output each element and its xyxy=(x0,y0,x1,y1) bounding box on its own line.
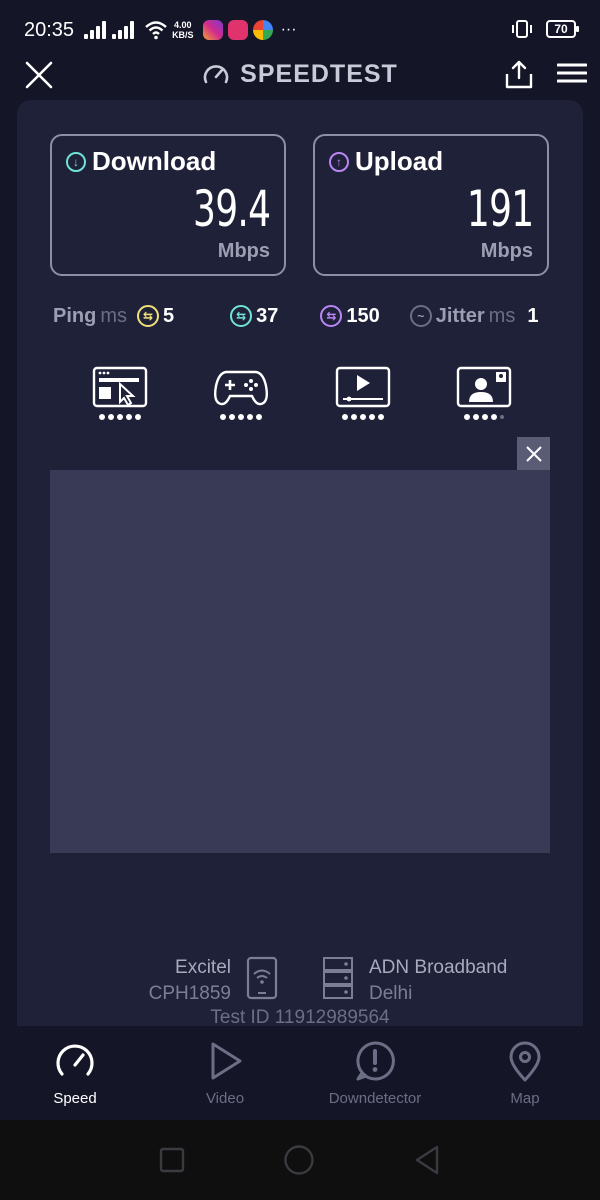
upload-unit: Mbps xyxy=(480,240,533,262)
open-app-notification-icon xyxy=(227,20,248,40)
gaming-dots xyxy=(220,414,263,420)
idle-ping-icon: ⇆ xyxy=(137,305,160,327)
video-streaming-dots xyxy=(341,414,384,420)
isp-info: Excitel CPH1859 xyxy=(149,955,231,1007)
share-icon[interactable] xyxy=(504,58,534,90)
web-browsing-icon xyxy=(92,366,148,408)
download-heading: ↓ Download xyxy=(66,146,270,177)
app-notification-icon xyxy=(252,20,273,40)
ping-unit: ms xyxy=(100,304,128,327)
upload-card: ↑ Upload 191 Mbps xyxy=(313,134,549,276)
host-city: Delhi xyxy=(369,983,413,1004)
upload-arrow-icon: ↑ xyxy=(329,151,349,172)
video-call-dots xyxy=(463,414,504,420)
back-button[interactable] xyxy=(413,1144,441,1176)
system-navigation-bar xyxy=(0,1120,600,1200)
instagram-notification-icon xyxy=(202,20,223,40)
nav-video-label: Video xyxy=(205,1090,245,1107)
app-title: SPEEDTEST xyxy=(202,60,398,89)
speedometer-icon xyxy=(56,1044,94,1076)
video-streaming-rating[interactable] xyxy=(335,366,391,430)
ad-banner[interactable] xyxy=(50,470,550,853)
video-call-icon xyxy=(456,366,512,408)
upload-ping-value: 150 xyxy=(346,304,380,327)
close-icon xyxy=(525,445,542,462)
upload-heading: ↑ Upload xyxy=(329,146,533,177)
isp-name: Excitel xyxy=(175,957,231,978)
battery-icon: 70 xyxy=(546,20,579,38)
signal-icon xyxy=(84,21,107,39)
download-label: Download xyxy=(92,146,217,176)
nav-video[interactable]: Video xyxy=(150,1026,300,1120)
nav-downdetector-label: Downdetector xyxy=(328,1090,422,1107)
recent-apps-button[interactable] xyxy=(159,1147,185,1173)
download-arrow-icon: ↓ xyxy=(66,151,86,172)
wifi-phone-icon xyxy=(246,956,278,1000)
jitter-value: 1 xyxy=(527,304,539,327)
download-card: ↓ Download 39.4 Mbps xyxy=(50,134,286,276)
alert-icon xyxy=(356,1041,395,1081)
nav-speed-label: Speed xyxy=(53,1090,97,1107)
status-bar: 20:35 4.00 KB/S ··· 70 xyxy=(0,0,600,60)
results-panel: ↓ Download 39.4 Mbps ↑ Upload 191 Mbps P… xyxy=(17,100,583,1028)
device-name: CPH1859 xyxy=(148,983,231,1004)
server-info[interactable]: ADN Broadband Delhi xyxy=(369,955,507,1007)
status-time: 20:35 xyxy=(24,18,75,41)
host-name: ADN Broadband xyxy=(369,957,508,978)
download-unit: Mbps xyxy=(217,240,270,262)
ping-label: Ping xyxy=(53,304,97,327)
download-ping-icon: ⇆ xyxy=(230,305,253,327)
idle-ping-value: 5 xyxy=(163,304,175,327)
signal-icon-2 xyxy=(112,21,135,39)
web-browsing-dots xyxy=(99,414,141,420)
video-call-rating[interactable] xyxy=(456,366,512,430)
gaming-rating[interactable] xyxy=(213,366,269,430)
video-streaming-icon xyxy=(335,366,390,408)
gaming-icon xyxy=(214,370,269,406)
ad-close-button[interactable] xyxy=(517,437,550,470)
network-speed: 4.00 KB/S xyxy=(172,20,194,40)
speedtest-logo-icon xyxy=(203,65,229,84)
wifi-icon xyxy=(145,21,167,40)
title-text: SPEEDTEST xyxy=(240,59,398,88)
nav-map-label: Map xyxy=(510,1090,540,1107)
app-performance-row xyxy=(92,366,512,430)
home-button[interactable] xyxy=(283,1144,315,1176)
nav-downdetector[interactable]: Downdetector xyxy=(300,1026,450,1120)
jitter-icon: ~ xyxy=(409,305,432,327)
battery-level: 70 xyxy=(554,22,568,36)
jitter-unit: ms xyxy=(488,304,516,327)
download-ping-value: 37 xyxy=(256,304,279,327)
download-value: 39.4 xyxy=(192,180,271,238)
vibrate-icon xyxy=(512,20,532,38)
upload-ping-icon: ⇆ xyxy=(320,305,343,327)
server-icon xyxy=(323,957,353,999)
net-speed-value: 4.00 xyxy=(174,20,192,30)
app-header: SPEEDTEST xyxy=(0,52,600,96)
nav-map[interactable]: Map xyxy=(450,1026,600,1120)
map-pin-icon xyxy=(509,1041,541,1082)
menu-icon[interactable] xyxy=(557,62,587,84)
close-icon[interactable] xyxy=(24,60,54,90)
jitter-label: Jitter xyxy=(435,304,485,327)
latency-metrics: Ping ms ⇆ 5 ⇆ 37 ⇆ 150 ~ Jitter ms 1 xyxy=(53,300,553,332)
connection-info: Excitel CPH1859 ADN Broadband Delhi Test… xyxy=(17,950,583,1030)
play-icon xyxy=(211,1042,242,1080)
web-browsing-rating[interactable] xyxy=(92,366,148,430)
upload-value: 191 xyxy=(466,180,533,238)
net-speed-unit: KB/S xyxy=(172,30,194,40)
nav-speed[interactable]: Speed xyxy=(0,1026,150,1120)
bottom-navigation: Speed Video Downdetector Map xyxy=(0,1026,600,1120)
upload-label: Upload xyxy=(355,146,444,176)
more-notifications-indicator: ··· xyxy=(280,21,297,38)
